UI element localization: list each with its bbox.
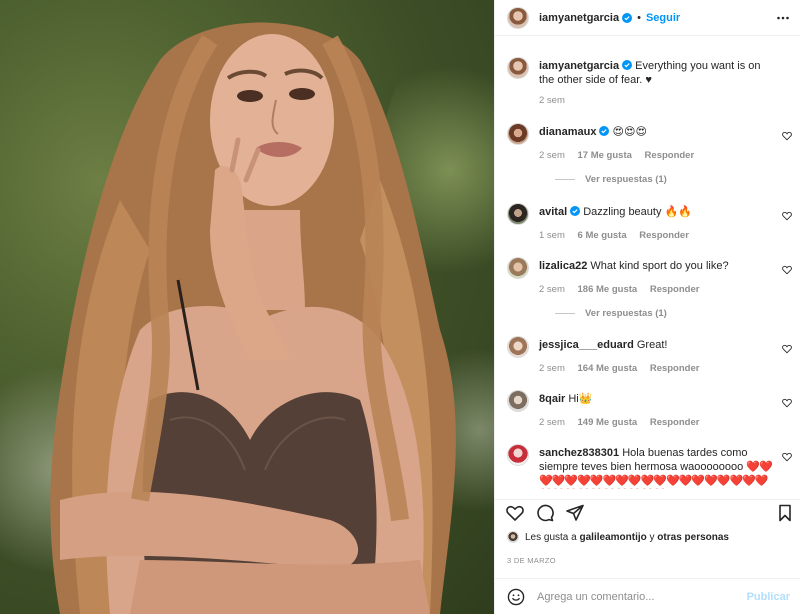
like-comment-heart-icon[interactable]: [782, 265, 792, 275]
comment-body: What kind sport do you like?: [590, 260, 729, 272]
verified-badge-icon: [570, 206, 581, 216]
post-date[interactable]: 3 DE MARZO: [507, 556, 556, 565]
comment-text: lizalica22 What kind sport do you like?: [539, 259, 774, 273]
like-comment-heart-icon[interactable]: [782, 344, 792, 354]
author-avatar[interactable]: [507, 57, 529, 79]
author-avatar[interactable]: [507, 6, 529, 29]
likes-prefix: Les gusta a: [525, 531, 577, 543]
post-side-panel: iamyanetgarcia • Seguir iamyanetgarcia E…: [494, 0, 800, 614]
comment-body: Dazzling beauty 🔥🔥: [583, 206, 692, 218]
commenter-avatar[interactable]: [507, 203, 529, 225]
like-comment-heart-icon[interactable]: [782, 211, 792, 221]
comment-time[interactable]: 2 sem: [539, 150, 565, 161]
commenter-username[interactable]: sanchez838301: [539, 447, 619, 459]
view-replies-label: Ver respuestas (1): [585, 174, 667, 185]
likes-summary: Les gusta a galileamontijo y otras perso…: [507, 531, 729, 543]
verified-badge-icon: [622, 60, 633, 70]
comment-input[interactable]: [537, 590, 747, 603]
comment-likes[interactable]: 149 Me gusta: [578, 417, 638, 428]
like-heart-icon[interactable]: [505, 503, 525, 523]
comments-list[interactable]: iamyanetgarcia Everything you want is on…: [495, 37, 800, 489]
commenter-avatar[interactable]: [507, 390, 529, 412]
post-photo[interactable]: [0, 0, 494, 614]
commenter-avatar[interactable]: [507, 444, 529, 466]
comment-meta: 2 sem 149 Me gusta Responder: [539, 417, 709, 428]
like-comment-heart-icon[interactable]: [782, 131, 792, 141]
comment-time[interactable]: 2 sem: [539, 284, 565, 295]
comment-likes[interactable]: 6 Me gusta: [578, 230, 627, 241]
reply-button[interactable]: Responder: [639, 230, 689, 241]
liker-username[interactable]: galileamontijo: [580, 532, 647, 543]
publish-button[interactable]: Publicar: [747, 591, 790, 603]
comment-text: jessjica___eduard Great!: [539, 338, 774, 352]
comment-composer: Publicar: [495, 578, 800, 614]
comment-meta: 2 sem 186 Me gusta Responder: [539, 284, 709, 295]
commenter-username[interactable]: dianamaux: [539, 126, 596, 138]
comment-meta: 2 sem 164 Me gusta Responder: [539, 363, 709, 374]
commenter-username[interactable]: avital: [539, 206, 567, 218]
like-comment-heart-icon[interactable]: [782, 398, 792, 408]
comment-meta: 2 sem 17 Me gusta Responder: [539, 150, 704, 161]
comment-likes[interactable]: 164 Me gusta: [578, 363, 638, 374]
reply-button[interactable]: Responder: [645, 150, 695, 161]
comment-time[interactable]: 1 sem: [539, 230, 565, 241]
comment-text: dianamaux 😍😍😍: [539, 125, 774, 139]
view-replies-button[interactable]: Ver respuestas (1): [555, 174, 667, 185]
view-replies-button[interactable]: Ver respuestas (1): [555, 308, 667, 319]
follow-button[interactable]: Seguir: [646, 12, 680, 24]
comment-text: avital Dazzling beauty 🔥🔥: [539, 205, 774, 219]
reply-button[interactable]: Responder: [650, 417, 700, 428]
share-send-icon[interactable]: [565, 503, 585, 523]
view-replies-label: Ver respuestas (1): [585, 308, 667, 319]
caption-text: iamyanetgarcia Everything you want is on…: [539, 59, 774, 87]
comment-likes[interactable]: 17 Me gusta: [578, 150, 632, 161]
commenter-username[interactable]: lizalica22: [539, 260, 587, 272]
instagram-post-modal: iamyanetgarcia • Seguir iamyanetgarcia E…: [0, 0, 800, 614]
likes-others-link[interactable]: otras personas: [657, 532, 729, 543]
caption-time[interactable]: 2 sem: [539, 95, 565, 106]
comment-text: 8qair Hi👑: [539, 392, 774, 406]
separator-dot: •: [637, 11, 641, 24]
like-comment-heart-icon[interactable]: [782, 452, 792, 462]
author-username[interactable]: iamyanetgarcia: [539, 12, 619, 24]
save-bookmark-icon[interactable]: [775, 503, 795, 523]
comment-body: Hi👑: [568, 393, 593, 405]
comment-time[interactable]: 2 sem: [539, 363, 565, 374]
comment-body: Great!: [636, 339, 668, 351]
reply-button[interactable]: Responder: [650, 363, 700, 374]
liker-avatar[interactable]: [507, 531, 519, 543]
commenter-avatar[interactable]: [507, 257, 529, 279]
commenter-username[interactable]: jessjica___eduard: [539, 339, 634, 351]
post-actions-bar: [495, 499, 800, 525]
commenter-username[interactable]: 8qair: [539, 393, 565, 405]
emoji-smile-icon[interactable]: [507, 588, 525, 606]
commenter-avatar[interactable]: [507, 336, 529, 358]
comment-time[interactable]: 2 sem: [539, 417, 565, 428]
commenter-avatar[interactable]: [507, 123, 529, 145]
caption-username[interactable]: iamyanetgarcia: [539, 60, 619, 72]
reply-button[interactable]: Responder: [650, 284, 700, 295]
comment-text: sanchez838301 Hola buenas tardes como si…: [539, 446, 774, 489]
post-header: iamyanetgarcia • Seguir: [495, 0, 800, 36]
more-options-icon[interactable]: [776, 11, 790, 25]
comment-body: 😍😍😍: [612, 126, 647, 138]
replies-line: [555, 179, 575, 180]
comment-meta: 1 sem 6 Me gusta Responder: [539, 230, 699, 241]
verified-badge-icon: [599, 126, 610, 136]
verified-badge-icon: [622, 12, 633, 23]
photo-illustration: [50, 22, 456, 614]
comment-likes[interactable]: 186 Me gusta: [578, 284, 638, 295]
replies-line: [555, 313, 575, 314]
likes-joiner: y: [649, 531, 655, 543]
comment-bubble-icon[interactable]: [535, 503, 555, 523]
caption-meta: 2 sem: [539, 95, 575, 106]
